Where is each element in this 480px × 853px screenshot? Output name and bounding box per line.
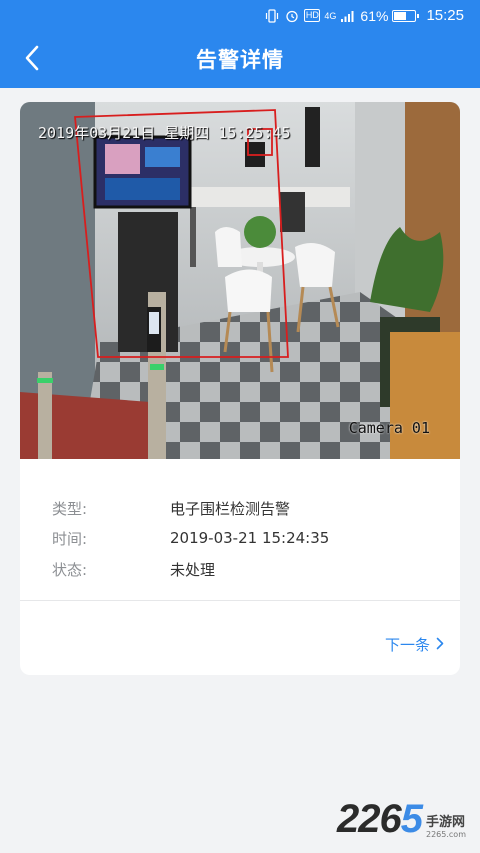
next-alert-button[interactable]: 下一条 <box>385 634 444 655</box>
hd-icon: HD <box>304 9 321 22</box>
camera-snapshot[interactable]: 2019年03月21日 星期四 15:25:45 Camera 01 <box>20 102 460 459</box>
watermark-logo: 2265 手游网 2265.com <box>337 799 466 839</box>
alarm-icon <box>284 9 300 23</box>
detail-value: 未处理 <box>170 560 216 579</box>
detail-row-status: 状态: 未处理 <box>52 557 215 581</box>
page-title: 告警详情 <box>196 48 284 72</box>
watermark-number: 2265 <box>337 797 423 841</box>
detail-label: 类型: <box>52 499 88 518</box>
alert-detail-card: 2019年03月21日 星期四 15:25:45 Camera 01 类型: 电… <box>20 102 460 675</box>
detail-row-type: 类型: 电子围栏检测告警 <box>52 496 290 520</box>
detail-label: 时间: <box>52 529 88 548</box>
detail-value: 电子围栏检测告警 <box>170 499 291 518</box>
status-icons: HD 4G 61% 15:25 <box>264 7 464 24</box>
network-type: 4G <box>324 10 337 21</box>
chevron-right-icon <box>436 636 444 654</box>
detail-label: 状态: <box>52 560 88 579</box>
watermark-sub: 2265.com <box>426 830 466 839</box>
status-bar: HD 4G 61% 15:25 <box>0 0 480 32</box>
app-header: 告警详情 <box>0 32 480 88</box>
signal-icon <box>340 9 356 23</box>
clock: 15:25 <box>426 7 464 24</box>
divider <box>20 600 460 601</box>
next-alert-label: 下一条 <box>384 636 430 654</box>
detail-value: 2019-03-21 15:24:35 <box>170 529 330 547</box>
camera-timestamp: 2019年03月21日 星期四 15:25:45 <box>38 124 291 142</box>
vibrate-icon <box>264 8 280 23</box>
camera-scene <box>20 102 460 459</box>
detail-row-time: 时间: 2019-03-21 15:24:35 <box>52 526 329 550</box>
camera-label: Camera 01 <box>348 419 430 437</box>
watermark-text: 手游网 <box>426 815 466 830</box>
battery-icon <box>392 9 420 22</box>
battery-percent: 61% <box>360 7 389 24</box>
